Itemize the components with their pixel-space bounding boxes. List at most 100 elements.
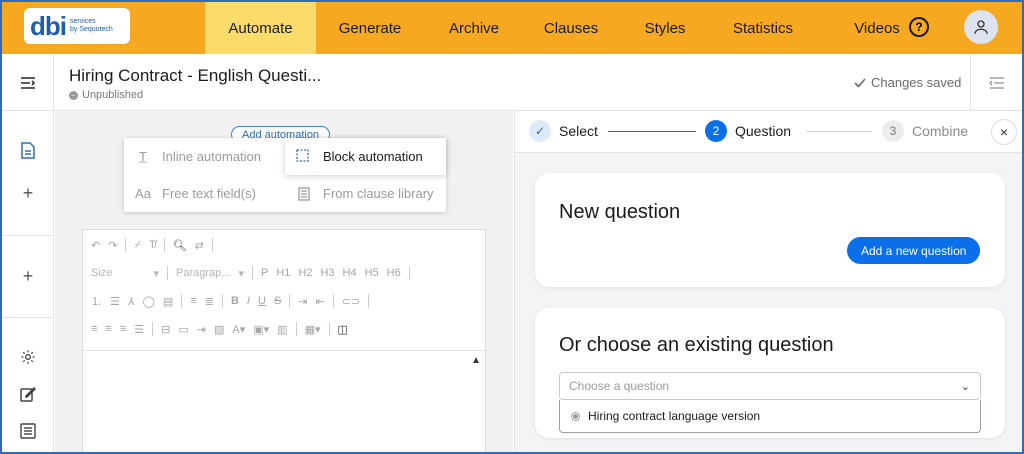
page-break-icon[interactable]: ▭ (178, 323, 188, 336)
table-icon[interactable]: ▦▾ (305, 323, 321, 336)
replace-icon[interactable]: ⇄ (195, 239, 204, 252)
page-title: Hiring Contract - English Questi... (69, 66, 322, 85)
editor-pane: Add automation T̲ Inline automation Bloc… (55, 111, 513, 452)
align-justify-icon[interactable]: ☰ (134, 323, 144, 336)
toolbar-row-2: Size ▾ Paragrap... ▾ P H1 H2 H3 H4 H5 H6 (91, 262, 410, 284)
heading-p-button[interactable]: P (261, 267, 268, 279)
rich-text-editor: ↶ ↷ ⌿ T̸ 🔍︎ ⇄ Size ▾ Paragrap... ▾ P H1 H2… (82, 229, 487, 452)
step-combine-label: Combine (912, 123, 969, 139)
save-status: Changes saved (854, 75, 961, 90)
clause-library-option[interactable]: From clause library (285, 175, 446, 212)
logo-text: dbi (30, 11, 67, 41)
left-rail: + + (2, 111, 54, 452)
add-icon[interactable]: + (18, 183, 38, 203)
heading-h1-button[interactable]: H1 (276, 267, 290, 279)
avatar[interactable] (964, 10, 998, 44)
find-icon[interactable]: 🔍︎ (173, 239, 187, 252)
nav-clauses[interactable]: Clauses (524, 2, 618, 54)
paragraph-spacing-icon[interactable]: ≣ (205, 295, 214, 308)
close-icon: × (999, 124, 1009, 140)
nav-automate[interactable]: Automate (205, 2, 316, 54)
align-center-icon[interactable]: ≡ (105, 323, 111, 335)
chevron-down-icon: ▾ (153, 267, 159, 280)
align-left-icon[interactable]: ≡ (91, 323, 97, 335)
logo[interactable]: dbi services by Sequotech (24, 8, 130, 44)
step-question[interactable]: 2 Question (705, 120, 791, 142)
italic-button[interactable]: I (247, 295, 250, 307)
question-circle-icon[interactable]: ? (909, 17, 929, 37)
step-combine[interactable]: 3 Combine (882, 120, 968, 142)
toolbar-row-4: ≡ ≡ ≡ ☰ ⊟ ▭ ⇥ ▨ A▾ ▣▾ ▥ ▦▾ ◫ (91, 318, 348, 340)
inline-automation-option[interactable]: T̲ Inline automation (124, 138, 285, 175)
nav-archive[interactable]: Archive (424, 2, 524, 54)
editor-content[interactable]: ▲ (83, 350, 487, 452)
paste-icon[interactable]: ▥ (277, 323, 287, 336)
font-size-select[interactable]: Size ▾ (91, 267, 159, 280)
new-question-title: New question (559, 201, 681, 223)
highlight-icon[interactable]: ▣▾ (253, 323, 269, 336)
add-section-icon[interactable]: + (18, 266, 38, 286)
font-color-icon[interactable]: A▾ (232, 323, 245, 336)
list-icon[interactable] (18, 421, 38, 441)
clause-library-label: From clause library (323, 186, 434, 201)
chevron-down-icon: ▾ (238, 267, 244, 280)
comment-icon[interactable]: ◯ (143, 295, 155, 308)
block-automation-label: Block automation (323, 149, 423, 164)
nav-generate[interactable]: Generate (316, 2, 424, 54)
free-text-field-label: Free text field(s) (162, 186, 256, 201)
underline-button[interactable]: U (258, 295, 266, 307)
add-new-question-button[interactable]: Add a new question (847, 237, 981, 264)
nav-styles[interactable]: Styles (618, 2, 712, 54)
free-text-field-option[interactable]: Aa Free text field(s) (124, 175, 285, 212)
block-select-icon (295, 148, 313, 166)
format-painter-icon[interactable]: ⌿ (134, 239, 141, 252)
sidebar-toggle-button[interactable] (2, 54, 54, 111)
template-icon[interactable]: ▤ (163, 295, 173, 308)
block-automation-option[interactable]: Block automation (285, 138, 446, 175)
nav-statistics[interactable]: Statistics (712, 2, 814, 54)
hierarchy-icon[interactable]: ⅄ (128, 295, 135, 308)
bold-button[interactable]: B (231, 295, 239, 307)
heading-h5-button[interactable]: H5 (365, 267, 379, 279)
edit-icon[interactable] (18, 384, 38, 404)
line-spacing-icon[interactable]: ≡ (190, 295, 196, 307)
clear-format-icon[interactable]: T̸ (149, 239, 156, 251)
tab-icon[interactable]: ⇥ (197, 323, 206, 336)
redo-icon[interactable]: ↷ (108, 239, 117, 252)
undo-icon[interactable]: ↶ (91, 239, 100, 252)
step-select[interactable]: ✓ Select (529, 120, 598, 142)
outline-icon (988, 76, 1004, 89)
paragraph-select[interactable]: Paragrap... ▾ (176, 267, 244, 280)
outdent-icon[interactable]: ⇤ (316, 295, 325, 308)
library-icon (295, 185, 313, 203)
automation-menu: T̲ Inline automation Block automation Aa… (124, 138, 446, 212)
outline-toggle-button[interactable] (970, 54, 1022, 111)
top-navigation: dbi services by Sequotech Automate Gener… (2, 2, 1022, 54)
link-icon[interactable]: ⊂⊃ (342, 295, 360, 308)
document-icon[interactable] (18, 140, 38, 160)
bullet-list-icon[interactable]: ☰ (110, 295, 120, 308)
numbered-list-icon[interactable]: ⒈ (91, 293, 102, 309)
heading-h6-button[interactable]: H6 (387, 267, 401, 279)
nav-videos[interactable]: Videos (848, 2, 906, 54)
question-select[interactable]: Choose a question ⌄ (559, 372, 981, 400)
indent-icon[interactable]: ⇥ (298, 295, 307, 308)
step-connector (806, 131, 872, 132)
strikethrough-button[interactable]: S (274, 295, 281, 307)
heading-h4-button[interactable]: H4 (343, 267, 357, 279)
source-icon[interactable]: ◫ (338, 323, 348, 336)
question-option[interactable]: Hiring contract language version (559, 400, 981, 433)
step-select-label: Select (559, 123, 598, 139)
question-select-placeholder: Choose a question (569, 379, 670, 393)
heading-h2-button[interactable]: H2 (298, 267, 312, 279)
close-button[interactable]: × (991, 119, 1017, 145)
image-icon[interactable]: ▨ (214, 323, 224, 336)
user-icon (974, 20, 988, 34)
scroll-up-icon[interactable]: ▲ (471, 355, 481, 366)
horizontal-rule-icon[interactable]: ⊟ (161, 323, 170, 336)
heading-h3-button[interactable]: H3 (320, 267, 334, 279)
step-question-label: Question (735, 123, 792, 139)
align-right-icon[interactable]: ≡ (120, 323, 126, 335)
step-number: 2 (705, 120, 727, 142)
gear-icon[interactable] (18, 347, 38, 367)
